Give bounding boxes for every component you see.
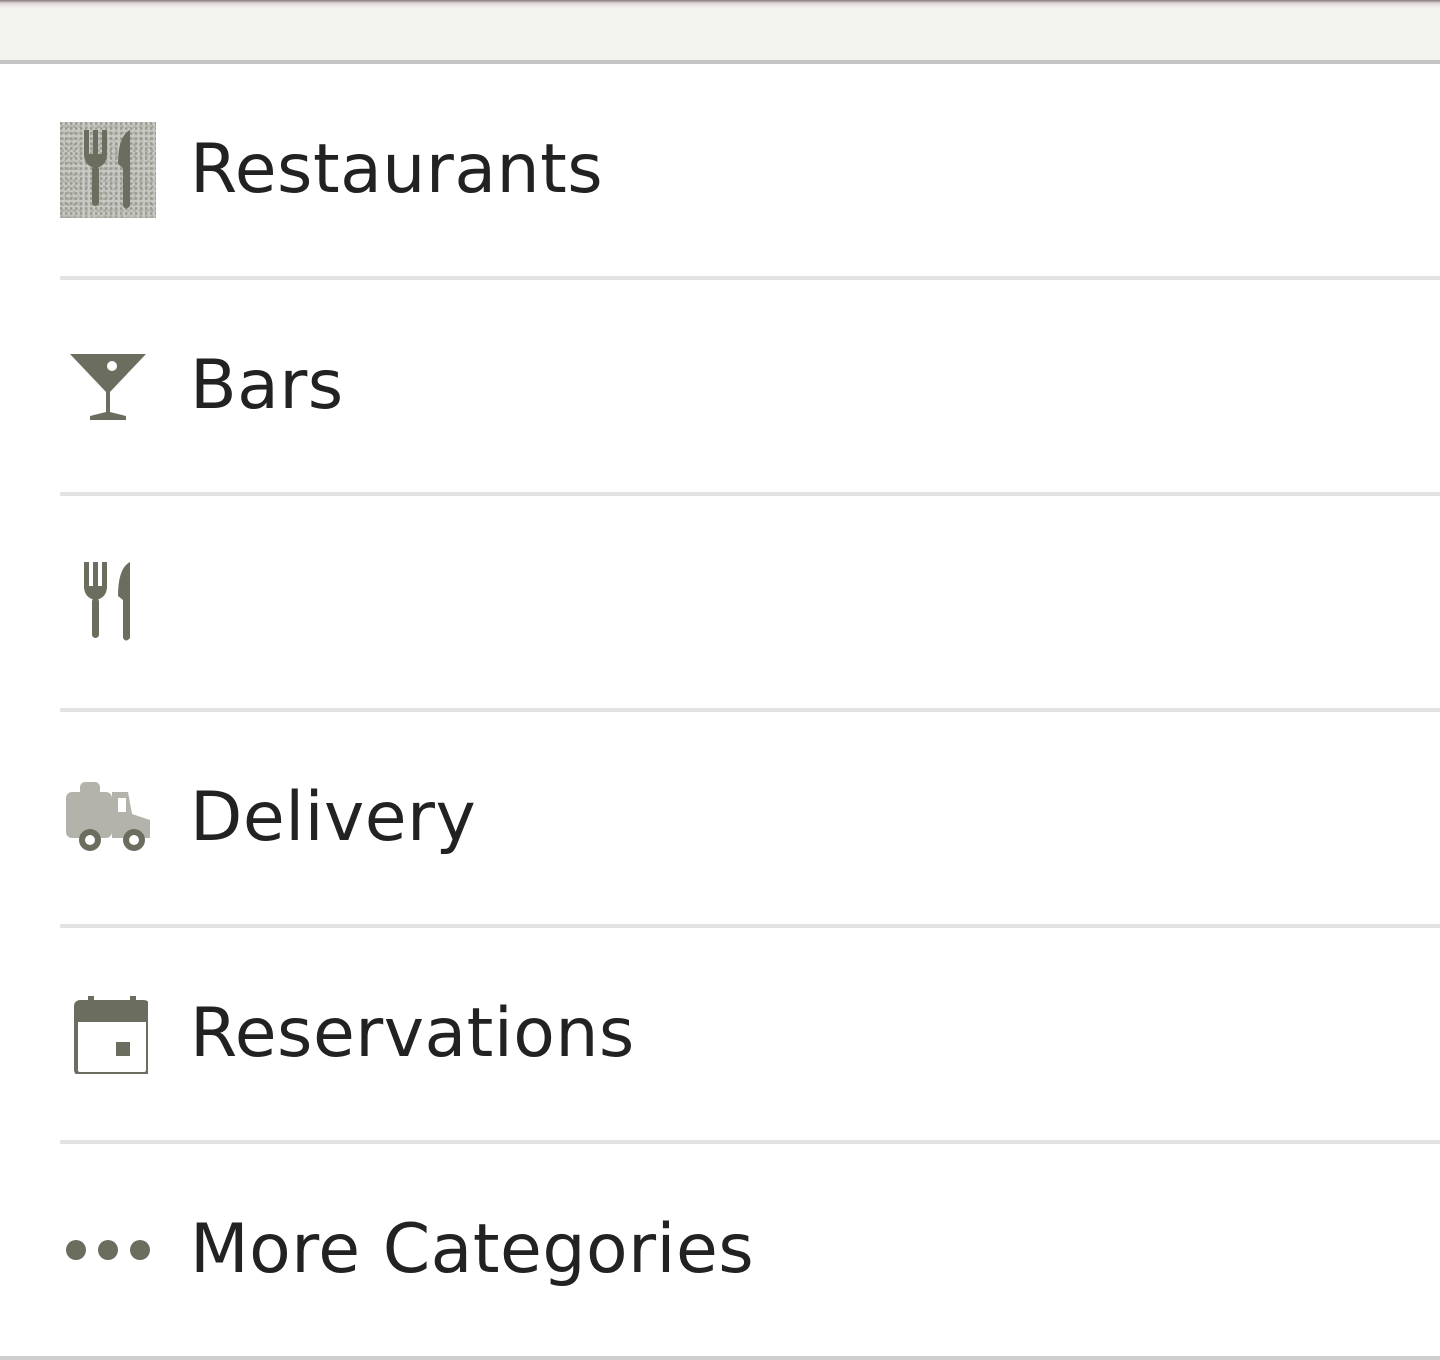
category-item-more[interactable]: More Categories — [0, 1144, 1440, 1360]
category-label: More Categories — [190, 1210, 755, 1289]
category-item-bars[interactable]: Bars — [60, 280, 1440, 496]
category-label: Bars — [190, 346, 344, 425]
category-list: Restaurants Bars Delivery Reservations M… — [0, 64, 1440, 1360]
more-dots-icon — [60, 1202, 156, 1298]
top-bar — [0, 0, 1440, 64]
category-label: Restaurants — [190, 130, 604, 209]
delivery-truck-icon — [60, 770, 156, 866]
category-item-restaurants[interactable]: Restaurants — [60, 64, 1440, 280]
category-label: Reservations — [190, 994, 635, 1073]
cocktail-icon — [60, 338, 156, 434]
calendar-icon — [60, 986, 156, 1082]
fork-knife-icon — [60, 122, 156, 218]
category-item-reservations[interactable]: Reservations — [60, 928, 1440, 1144]
top-shadow — [0, 0, 1440, 8]
fork-knife-icon — [60, 554, 156, 650]
category-item-food[interactable] — [60, 496, 1440, 712]
category-label: Delivery — [190, 778, 477, 857]
category-item-delivery[interactable]: Delivery — [60, 712, 1440, 928]
